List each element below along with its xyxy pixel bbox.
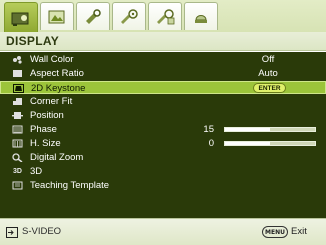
exit-label: Exit [291,226,307,237]
display-icon [11,12,29,26]
h-size-slider[interactable] [224,141,316,146]
slider-fill [225,128,270,131]
projector-osd-menu: DISPLAY Wall Color Off Aspect Ratio Auto… [0,0,326,245]
phase-icon [12,125,23,134]
tab-picture[interactable] [40,2,74,30]
menu-item-number: 15 [203,124,214,135]
menu-item-teaching-template[interactable]: Teaching Template [0,179,326,192]
3d-icon: 3D [13,168,22,175]
menu-panel: Wall Color Off Aspect Ratio Auto 2D Keys… [0,52,326,218]
menu-item-corner-fit[interactable]: Corner Fit [0,95,326,108]
menu-item-label: Phase [30,124,57,135]
keystone-icon [13,84,24,93]
menu-item-label: 2D Keystone [31,83,86,94]
phase-slider[interactable] [224,127,316,132]
aspect-ratio-icon [12,69,23,78]
corner-fit-icon [12,97,23,106]
menu-item-position[interactable]: Position [0,109,326,122]
input-source-label: S-VIDEO [22,226,62,237]
advanced-setup-icon [121,8,138,24]
menu-item-label: Digital Zoom [30,152,84,163]
menu-item-wall-color[interactable]: Wall Color Off [0,53,326,66]
system-setup-icon [157,8,175,24]
status-footer: S-VIDEO MENU Exit [0,218,326,245]
information-icon [195,14,207,23]
menu-key-button[interactable]: MENU [262,226,288,238]
wall-color-icon [12,55,23,64]
tab-system-setup[interactable] [148,2,182,30]
position-icon [12,111,23,120]
menu-tab-bar [0,0,326,32]
menu-item-value: Off [261,54,275,65]
tab-advanced-setup[interactable] [112,2,146,30]
menu-item-phase[interactable]: Phase 15 [0,123,326,136]
menu-item-label: Corner Fit [30,96,73,107]
menu-item-h-size[interactable]: H. Size 0 [0,137,326,150]
digital-zoom-icon [12,153,23,162]
slider-fill [225,142,270,145]
tab-information[interactable] [184,2,218,30]
picture-icon [48,10,65,23]
menu-item-label: Teaching Template [30,180,110,191]
menu-item-2d-keystone[interactable]: 2D Keystone ENTER [0,81,326,94]
menu-item-label: Aspect Ratio [30,68,84,79]
h-size-icon [12,139,23,148]
menu-item-3d[interactable]: 3D 3D [0,165,326,178]
menu-item-aspect-ratio[interactable]: Aspect Ratio Auto [0,67,326,80]
menu-item-number: 0 [208,138,214,149]
menu-item-label: Wall Color [30,54,74,65]
menu-item-value: Auto [258,68,278,79]
menu-item-digital-zoom[interactable]: Digital Zoom [0,151,326,164]
tab-display[interactable] [4,2,38,32]
menu-item-label: H. Size [30,138,61,149]
setup-icon [86,8,101,24]
teaching-template-icon [12,181,23,190]
menu-heading: DISPLAY [0,32,326,51]
menu-item-label: 3D [30,166,43,177]
page-title: DISPLAY [6,34,60,48]
enter-button[interactable]: ENTER [253,83,286,93]
menu-item-label: Position [30,110,64,121]
tab-setup[interactable] [76,2,110,30]
input-source-icon [6,227,18,238]
